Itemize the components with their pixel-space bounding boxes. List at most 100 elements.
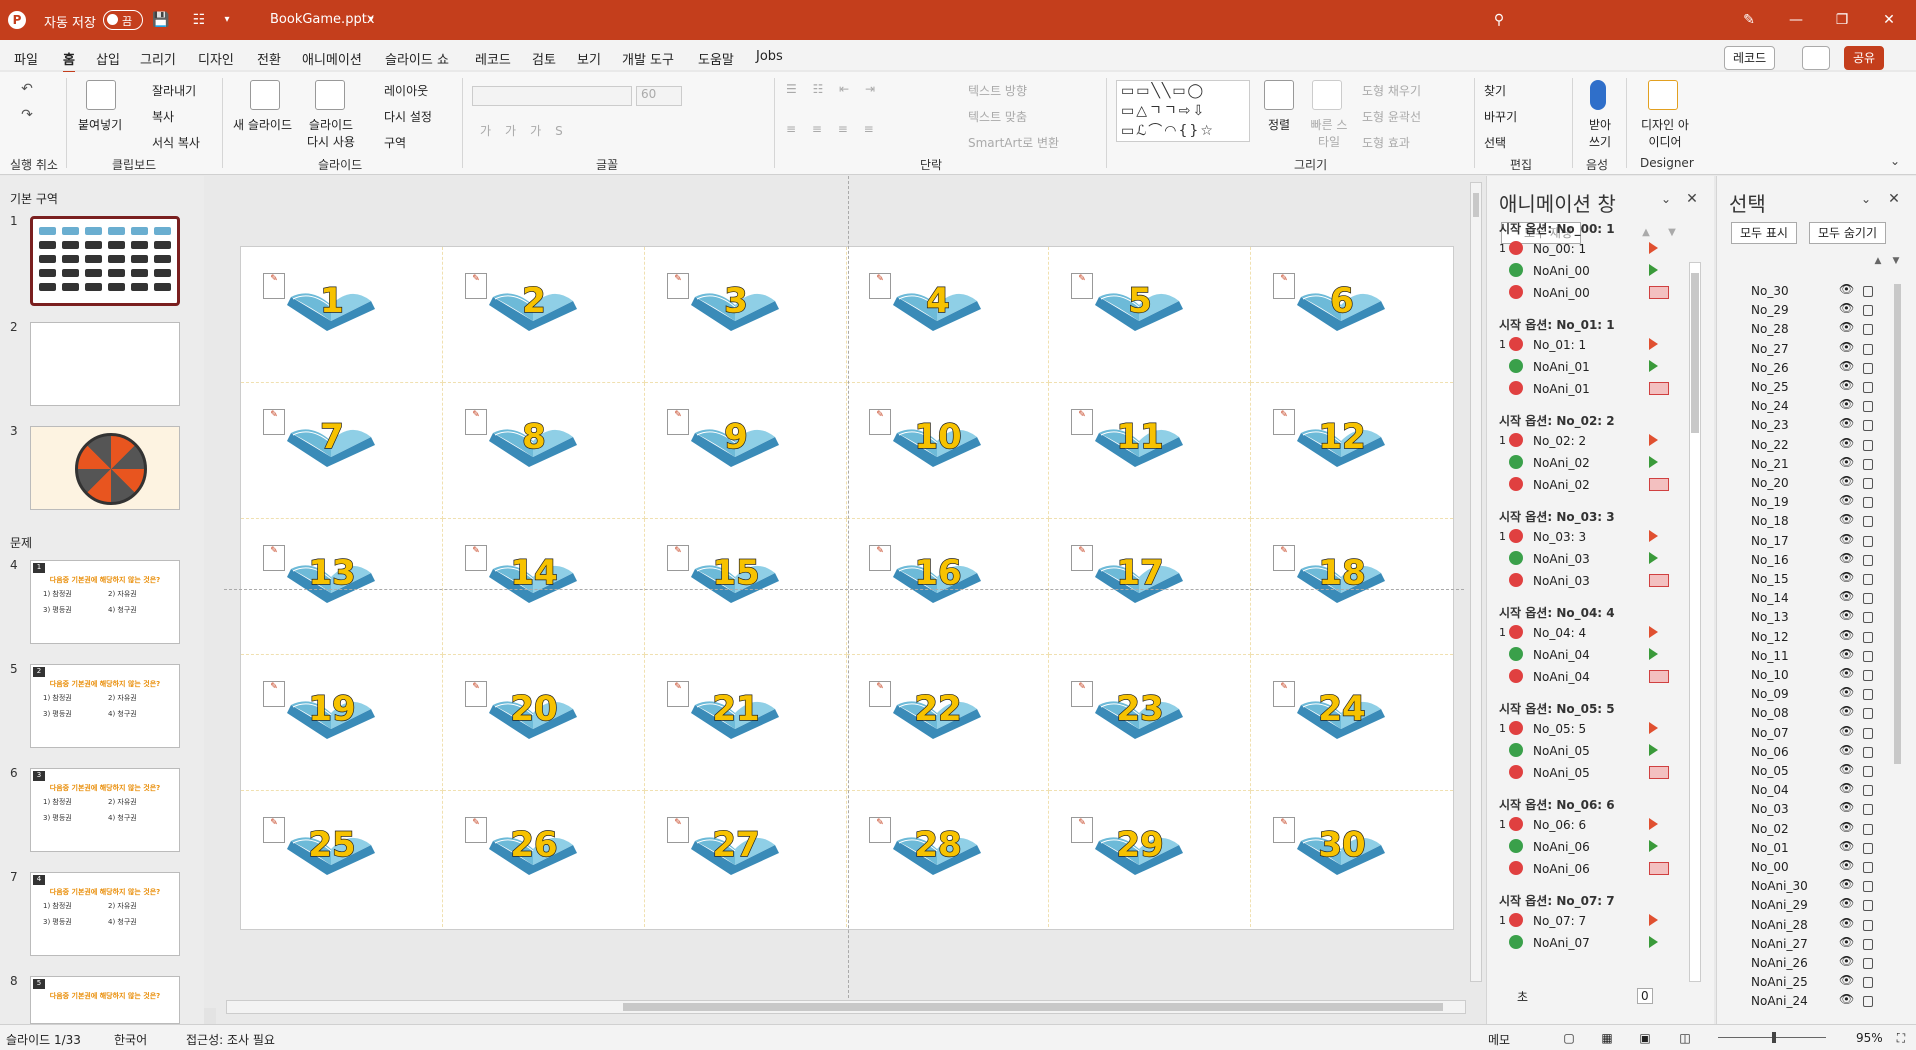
redo-icon[interactable]: ↷ (18, 106, 36, 124)
eye-icon[interactable]: 👁 (1839, 647, 1854, 661)
eye-icon[interactable]: 👁 (1839, 781, 1854, 795)
book-tile[interactable]: ✎ 17 (1049, 519, 1251, 655)
selection-list-scrollbar[interactable] (1893, 280, 1903, 1000)
selection-item[interactable]: NoAni_30 👁 (1717, 877, 1893, 895)
book-tile[interactable]: ✎ 27 (645, 791, 847, 927)
tab-design[interactable]: 디자인 (198, 49, 234, 68)
lock-icon[interactable] (1863, 631, 1873, 643)
lock-icon[interactable] (1863, 535, 1873, 547)
collapse-ribbon-icon[interactable]: ⌄ (1886, 152, 1904, 170)
slide-editing-canvas[interactable]: ✎ 1 ✎ 2 ✎ 3 ✎ 4 ✎ 5 ✎ 6 ✎ 7 ✎ 8 ✎ 9 ✎ 10 ✎ 11 ✎ 12 ✎ 13 ✎ 14 ✎ 15 ✎ 16 ✎… (204, 176, 1466, 1008)
tab-animations[interactable]: 애니메이션 (302, 49, 362, 68)
save-icon[interactable]: 💾 (152, 11, 170, 29)
book-tile[interactable]: ✎ 6 (1251, 247, 1453, 383)
cut-button[interactable]: 잘라내기 (152, 82, 196, 99)
slide-thumbnail-4[interactable]: 1 다음중 기본권에 해당하지 않는 것은? 1) 참정권 2) 자유권 3) 평등… (30, 560, 180, 644)
dictate-button[interactable]: 받아쓰기 (1584, 116, 1616, 150)
book-tile[interactable]: ✎ 7 (241, 383, 443, 519)
accessibility-check[interactable]: 접근성: 조사 필요 (186, 1031, 275, 1048)
eye-icon[interactable]: 👁 (1839, 704, 1854, 718)
lock-icon[interactable] (1863, 382, 1873, 393)
selection-item[interactable]: No_00 👁 (1717, 858, 1893, 876)
animation-item[interactable]: NoAni_01 (1499, 358, 1679, 376)
lock-icon[interactable] (1863, 516, 1873, 528)
selection-item[interactable]: NoAni_29 👁 (1717, 896, 1893, 914)
selection-item[interactable]: No_22 👁 (1717, 436, 1893, 454)
arrange-button[interactable]: 정렬 (1268, 116, 1290, 133)
paste-icon[interactable] (86, 80, 116, 110)
selection-item[interactable]: No_17 👁 (1717, 532, 1893, 550)
slide-thumbnail-1[interactable] (30, 216, 180, 306)
font-format-buttons[interactable]: 가가가S (480, 122, 577, 139)
selection-item[interactable]: No_08 👁 (1717, 704, 1893, 722)
tab-developer[interactable]: 개발 도구 (622, 49, 674, 68)
bring-forward-icon[interactable]: ▲ (1869, 252, 1887, 270)
selection-item[interactable]: No_25 👁 (1717, 378, 1893, 396)
eye-icon[interactable]: 👁 (1839, 589, 1854, 603)
lock-icon[interactable] (1863, 574, 1873, 585)
eye-icon[interactable]: 👁 (1839, 436, 1854, 450)
eye-icon[interactable]: 👁 (1839, 743, 1854, 757)
lock-icon[interactable] (1863, 478, 1873, 489)
eye-icon[interactable]: 👁 (1839, 378, 1854, 392)
book-tile[interactable]: ✎ 28 (847, 791, 1049, 927)
animation-item[interactable]: 1 No_06: 6 (1499, 816, 1679, 834)
eye-icon[interactable]: 👁 (1839, 532, 1854, 546)
eye-icon[interactable]: 👁 (1839, 282, 1854, 296)
selection-item[interactable]: No_23 👁 (1717, 416, 1893, 434)
book-tile[interactable]: ✎ 21 (645, 655, 847, 791)
lock-icon[interactable] (1863, 746, 1873, 758)
selection-item[interactable]: No_28 👁 (1717, 320, 1893, 338)
tab-help[interactable]: 도움말 (698, 49, 734, 68)
lock-icon[interactable] (1863, 881, 1873, 893)
notes-button[interactable]: 메모 (1488, 1031, 1510, 1048)
selection-item[interactable]: No_06 👁 (1717, 743, 1893, 761)
shape-fill-button[interactable]: 도형 채우기 (1362, 82, 1421, 99)
selection-item[interactable]: No_21 👁 (1717, 455, 1893, 473)
autosave-toggle[interactable]: 끔 (103, 10, 143, 30)
quick-access-icon[interactable]: ☷ (190, 11, 208, 29)
tab-view[interactable]: 보기 (577, 49, 601, 68)
section-questions[interactable]: 문제 (10, 534, 32, 551)
slide-thumbnail-5[interactable]: 2 다음중 기본권에 해당하지 않는 것은? 1) 참정권 2) 자유권 3) 평등… (30, 664, 180, 748)
animation-item[interactable]: 1 No_03: 3 (1499, 528, 1679, 546)
selection-item[interactable]: No_18 👁 (1717, 512, 1893, 530)
book-tile[interactable]: ✎ 18 (1251, 519, 1453, 655)
eye-icon[interactable]: 👁 (1839, 839, 1854, 853)
animation-item[interactable]: NoAni_02 (1499, 454, 1679, 472)
lock-icon[interactable] (1863, 362, 1873, 374)
lock-icon[interactable] (1863, 305, 1873, 317)
lock-icon[interactable] (1863, 670, 1873, 681)
lock-icon[interactable] (1863, 401, 1873, 413)
animation-item[interactable]: NoAni_05 (1499, 742, 1679, 760)
language-indicator[interactable]: 한국어 (114, 1031, 147, 1048)
tab-draw[interactable]: 그리기 (140, 49, 176, 68)
animation-item[interactable]: NoAni_00 (1499, 284, 1679, 302)
lock-icon[interactable] (1863, 919, 1873, 931)
list-buttons[interactable]: ☰ ☷ ⇤ ⇥ (786, 82, 881, 96)
lock-icon[interactable] (1863, 458, 1873, 470)
selection-item[interactable]: No_20 👁 (1717, 474, 1893, 492)
quick-styles-icon[interactable] (1312, 80, 1342, 110)
lock-icon[interactable] (1863, 343, 1873, 355)
animation-item[interactable]: NoAni_04 (1499, 668, 1679, 686)
animation-item[interactable]: NoAni_06 (1499, 860, 1679, 878)
undo-icon[interactable]: ↶ (18, 80, 36, 98)
lock-icon[interactable] (1863, 593, 1873, 605)
smartart-button[interactable]: SmartArt로 변환 (968, 134, 1059, 151)
reading-view-icon[interactable]: ▣ (1636, 1029, 1654, 1047)
slide-1[interactable]: ✎ 1 ✎ 2 ✎ 3 ✎ 4 ✎ 5 ✎ 6 ✎ 7 ✎ 8 ✎ 9 ✎ 10 ✎ 11 ✎ 12 ✎ 13 ✎ 14 ✎ 15 ✎ 16 ✎… (240, 246, 1454, 930)
lock-icon[interactable] (1863, 977, 1873, 989)
lock-icon[interactable] (1863, 862, 1873, 873)
eye-icon[interactable]: 👁 (1839, 359, 1854, 373)
book-tile[interactable]: ✎ 10 (847, 383, 1049, 519)
normal-view-icon[interactable]: ▢ (1560, 1029, 1578, 1047)
lock-icon[interactable] (1863, 708, 1873, 720)
eye-icon[interactable]: 👁 (1839, 666, 1854, 680)
selection-item[interactable]: No_10 👁 (1717, 666, 1893, 684)
book-tile[interactable]: ✎ 25 (241, 791, 443, 927)
animation-item[interactable]: NoAni_06 (1499, 838, 1679, 856)
fit-to-window-icon[interactable]: ⛶ (1892, 1029, 1910, 1047)
section-button[interactable]: 구역 (384, 134, 406, 151)
slide-sorter-icon[interactable]: ▦ (1598, 1029, 1616, 1047)
